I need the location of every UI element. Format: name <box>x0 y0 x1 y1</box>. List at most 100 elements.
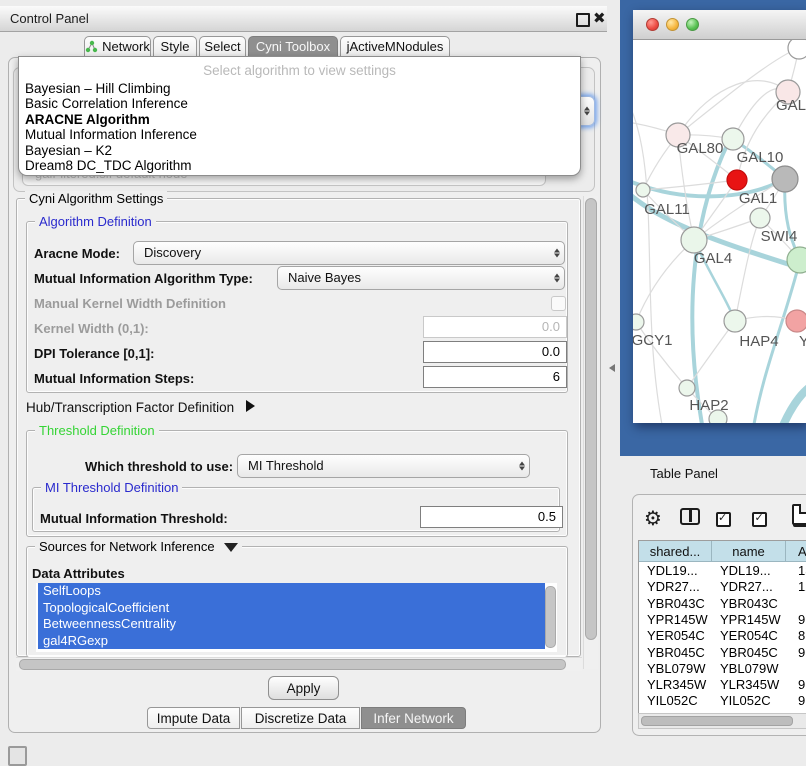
algorithm-option[interactable]: Basic Correlation Inference <box>19 96 580 111</box>
node-hap4[interactable] <box>724 310 746 332</box>
minimized-panel-icon[interactable] <box>8 746 27 766</box>
combo-arrows-icon <box>554 274 560 283</box>
table-hscroll-thumb[interactable] <box>641 716 793 726</box>
algorithm-option[interactable]: Bayesian – Hill Climbing <box>19 81 580 96</box>
threshold-definition-title: Threshold Definition <box>35 423 159 438</box>
algorithm-option[interactable]: Mutual Information Inference <box>19 127 580 142</box>
network-edge-strong[interactable] <box>781 382 806 423</box>
table-cell: 12 <box>786 579 806 595</box>
select-all-check-icon[interactable] <box>716 512 731 527</box>
network-window[interactable]: GALGAL80GAL10GAL1GAL11SWI4GAL4GCY1HAP4YH… <box>633 10 806 423</box>
node-pink2[interactable] <box>786 310 806 332</box>
attribute-list-scrollbar[interactable] <box>545 586 556 648</box>
node-label: GAL <box>776 97 806 114</box>
close-window-icon[interactable] <box>646 18 659 31</box>
manual-kernel-checkbox[interactable] <box>551 296 566 311</box>
network-edge[interactable] <box>643 180 737 190</box>
tab-discretize-data[interactable]: Discretize Data <box>241 707 360 729</box>
close-panel-icon[interactable]: ✖ <box>593 9 606 27</box>
algorithm-option[interactable]: ARACNE Algorithm <box>19 112 580 127</box>
dpi-tolerance-field[interactable]: 0.0 <box>423 341 567 363</box>
column-header-third[interactable]: A <box>786 541 806 562</box>
node-gcy1[interactable] <box>633 314 644 330</box>
node-unlabeled[interactable] <box>788 40 806 59</box>
table-cell: YLR345W <box>712 677 794 693</box>
aracne-mode-value: Discovery <box>144 245 201 260</box>
attribute-list-item[interactable]: TopologicalCoefficient <box>38 600 545 617</box>
tab-select[interactable]: Select <box>199 36 246 57</box>
dpi-tolerance-label: DPI Tolerance [0,1]: <box>34 346 154 361</box>
which-threshold-combo[interactable]: MI Threshold <box>237 454 530 478</box>
network-window-titlebar[interactable] <box>633 10 806 40</box>
gear-icon[interactable]: ⚙ <box>644 506 662 531</box>
column-header-name[interactable]: name <box>712 541 786 562</box>
algorithm-dropdown-prompt: Select algorithm to view settings <box>19 57 580 81</box>
network-edge[interactable] <box>678 81 788 135</box>
table-row[interactable]: YLR345WYLR345W9. <box>639 677 806 693</box>
algorithm-option[interactable]: Bayesian – K2 <box>19 143 580 158</box>
node-table[interactable]: shared... name A YDL19...YDL19...13YDR27… <box>638 540 806 714</box>
select-all-check-icon[interactable] <box>752 512 767 527</box>
page-icon[interactable] <box>792 504 806 525</box>
minimize-window-icon[interactable] <box>666 18 679 31</box>
data-attributes-label: Data Attributes <box>32 566 125 581</box>
tab-select-label: Select <box>204 39 240 54</box>
network-edge[interactable] <box>636 240 694 322</box>
tab-jactivemnodules[interactable]: jActiveMNodules <box>340 36 450 57</box>
table-row[interactable]: YDR27...YDR27...12 <box>639 579 806 595</box>
network-edge[interactable] <box>735 218 760 321</box>
node-red[interactable] <box>727 170 747 190</box>
columns-icon[interactable] <box>680 508 700 525</box>
network-edge[interactable] <box>633 100 663 423</box>
splitter-collapse-icon[interactable] <box>609 364 615 372</box>
tab-cyni-toolbox[interactable]: Cyni Toolbox <box>248 36 338 57</box>
node-gal11[interactable] <box>636 183 650 197</box>
mi-type-combo[interactable]: Naive Bayes <box>277 266 565 290</box>
algorithm-option[interactable]: Dream8 DC_TDC Algorithm <box>19 158 580 173</box>
table-cell: 8. <box>786 628 806 644</box>
node-gal1[interactable] <box>750 208 770 228</box>
table-cell: YIL052C <box>712 693 794 709</box>
mi-steps-field[interactable]: 6 <box>423 366 567 388</box>
attribute-list-item[interactable]: BetweennessCentrality <box>38 616 545 633</box>
settings-vscroll-thumb[interactable] <box>585 198 597 640</box>
hub-factor-expander[interactable]: Hub/Transcription Factor Definition <box>26 400 255 415</box>
table-row[interactable]: YBR043CYBR043C <box>639 596 806 612</box>
sources-title-wrap[interactable]: Sources for Network Inference <box>35 539 242 554</box>
node-gal10[interactable] <box>722 128 744 150</box>
node-label: GAL1 <box>739 190 777 207</box>
table-cell: YDL19... <box>712 563 794 579</box>
float-panel-icon[interactable] <box>576 13 590 27</box>
table-row[interactable]: YBL079WYBL079W <box>639 661 806 677</box>
node-gray[interactable] <box>772 166 798 192</box>
algorithm-definition-title: Algorithm Definition <box>35 214 156 229</box>
table-row[interactable]: YER054CYER054C8. <box>639 628 806 644</box>
tab-impute-data[interactable]: Impute Data <box>147 707 240 729</box>
settings-hscroll-thumb[interactable] <box>19 659 566 670</box>
table-row[interactable]: YBR045CYBR045C9. <box>639 645 806 661</box>
tab-network[interactable]: Network <box>84 36 151 57</box>
attribute-list-item[interactable]: gal4RGexp <box>38 633 545 650</box>
table-row[interactable]: YDL19...YDL19...13 <box>639 563 806 579</box>
tab-infer-network[interactable]: Infer Network <box>361 707 466 729</box>
data-attributes-list[interactable]: SelfLoopsTopologicalCoefficientBetweenne… <box>36 583 557 652</box>
network-canvas[interactable]: GALGAL80GAL10GAL1GAL11SWI4GAL4GCY1HAP4YH… <box>633 40 806 423</box>
mi-threshold-field[interactable]: 0.5 <box>420 506 563 528</box>
attribute-list-item[interactable]: SelfLoops <box>38 583 545 600</box>
aracne-mode-combo[interactable]: Discovery <box>133 241 565 265</box>
algorithm-dropdown: Select algorithm to view settings Bayesi… <box>18 56 581 176</box>
table-cell: YLR345W <box>639 677 720 693</box>
node-hap2[interactable] <box>679 380 695 396</box>
tab-infer-network-label: Infer Network <box>373 711 453 726</box>
zoom-window-icon[interactable] <box>686 18 699 31</box>
table-row[interactable]: YIL052CYIL052C9 <box>639 693 806 709</box>
table-cell: 9. <box>786 612 806 628</box>
column-header-shared-name[interactable]: shared... <box>639 541 712 562</box>
table-row[interactable]: YPR145WYPR145W9. <box>639 612 806 628</box>
table-cell: YDL19... <box>639 563 720 579</box>
mi-threshold-label: Mutual Information Threshold: <box>40 511 228 526</box>
tab-style[interactable]: Style <box>153 36 197 57</box>
apply-button[interactable]: Apply <box>268 676 339 700</box>
node-swi4[interactable] <box>787 247 806 273</box>
table-cell: YBR043C <box>639 596 720 612</box>
